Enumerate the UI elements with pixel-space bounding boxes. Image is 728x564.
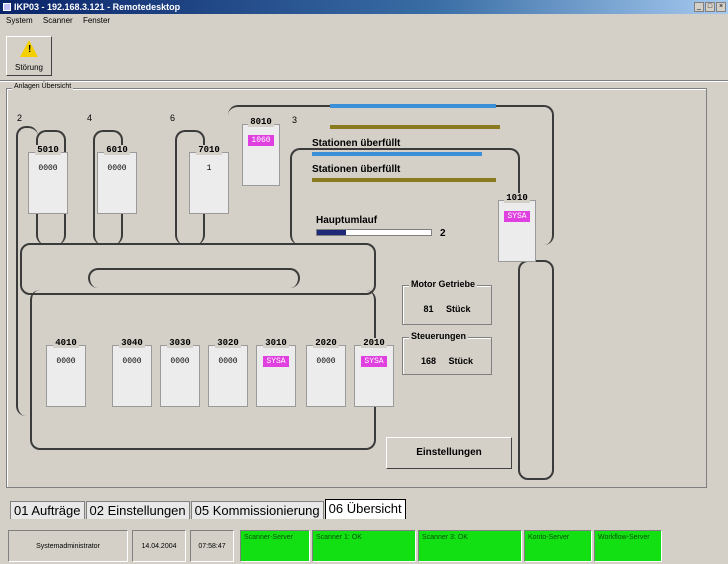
status-scanner-1: Scanner 1: OK [312,530,416,562]
plant-overview-legend: Anlagen Übersicht [12,83,74,90]
status-date: 14.04.2004 [132,530,186,562]
station-id: 4010 [53,338,79,348]
app-icon [3,3,11,11]
einstellungen-button[interactable]: Einstellungen [386,437,512,469]
station-id: 5010 [35,145,61,155]
station-id: 3020 [215,338,241,348]
lane-number: 2 [17,113,23,123]
status-konto-server: Konto-Server [524,530,592,562]
station-7010[interactable]: 7010 1 [189,145,229,214]
main-loop-label: Hauptumlauf [316,215,378,226]
station-value: SYSA [504,211,530,222]
station-5010[interactable]: 5010 0000 [28,145,68,214]
motor-gearbox-unit: Stück [446,304,471,314]
station-value: 1060 [248,135,274,146]
station-id: 3030 [167,338,193,348]
station-value: 0000 [56,357,76,366]
overflow-label: Stationen überfüllt [312,164,401,175]
menu-scanner[interactable]: Scanner [43,16,73,25]
toolbar-separator [0,80,728,82]
stoerung-button[interactable]: ! Störung [6,36,52,76]
window-controls: _ □ × [694,2,726,12]
buffer-bar-olive-2 [312,178,496,182]
menu-fenster[interactable]: Fenster [83,16,110,25]
tab-einstellungen[interactable]: 02 Einstellungen [85,501,190,519]
status-time: 07:58:47 [190,530,234,562]
menu-system[interactable]: System [6,16,33,25]
motor-gearbox-count: 81 [423,304,434,314]
close-button[interactable]: × [716,2,726,12]
main-loop-level-fill [317,230,346,235]
station-3010[interactable]: 3010 SYSA [256,338,296,407]
station-id: 7010 [196,145,222,155]
lane-number: 4 [87,113,93,123]
status-scanner-3: Scanner 3: OK [418,530,522,562]
station-value: 0000 [218,357,238,366]
window-title-bar: IKP03 - 192.168.3.121 - Remotedesktop _ … [0,0,728,14]
controls-unit: Stück [448,356,474,366]
station-id: 3040 [119,338,145,348]
main-loop-value: 2 [440,228,446,239]
status-bar: Systemadministrator 14.04.2004 07:58:47 … [0,526,728,564]
station-8010[interactable]: 8010 1060 [242,117,280,186]
buffer-bar-olive-1 [330,125,500,129]
station-id: 3010 [263,338,289,348]
station-id: 8010 [248,117,274,127]
station-3040[interactable]: 3040 0000 [112,338,152,407]
buffer-bar-blue-1 [330,104,496,108]
station-id: 2010 [361,338,387,348]
station-value: 0000 [107,164,127,173]
controls-legend: Steuerungen [409,331,469,341]
window-title: IKP03 - 192.168.3.121 - Remotedesktop [14,2,181,12]
station-4010[interactable]: 4010 0000 [46,338,86,407]
station-value: 0000 [316,357,336,366]
overflow-label: Stationen überfüllt [312,138,401,149]
tab-kommissionierung[interactable]: 05 Kommissionierung [190,501,324,519]
station-2010[interactable]: 2010 SYSA [354,338,394,407]
station-2020[interactable]: 2020 0000 [306,338,346,407]
station-value: 0000 [170,357,190,366]
station-3020[interactable]: 3020 0000 [208,338,248,407]
station-value: SYSA [263,356,289,367]
minimize-button[interactable]: _ [694,2,704,12]
conveyor-right-lane [518,260,554,480]
tab-auftraege[interactable]: 01 Aufträge [10,501,85,519]
station-value: SYSA [361,356,387,367]
station-6010[interactable]: 6010 0000 [97,145,137,214]
lane-number: 6 [170,113,176,123]
station-value: 1 [206,164,212,173]
lane-number: 3 [292,115,298,125]
station-id: 6010 [104,145,130,155]
station-1010[interactable]: 1010 SYSA [498,193,536,262]
maximize-button[interactable]: □ [705,2,715,12]
buffer-bar-blue-2 [312,152,482,156]
motor-gearbox-group: Motor Getriebe 81 Stück [402,279,492,325]
motor-gearbox-legend: Motor Getriebe [409,279,478,289]
stoerung-label: Störung [14,63,44,72]
tab-strip: 01 Aufträge 02 Einstellungen 05 Kommissi… [10,499,407,519]
status-user: Systemadministrator [8,530,128,562]
conveyor-inner-loop [88,268,300,288]
controls-count: 168 [420,356,436,366]
station-id: 1010 [504,193,530,203]
station-value: 0000 [122,357,142,366]
menu-bar: System Scanner Fenster [0,14,728,28]
status-workflow-server: Workflow-Server [594,530,662,562]
status-scanner-server: Scanner-Server [240,530,310,562]
station-value: 0000 [38,164,58,173]
station-3030[interactable]: 3030 0000 [160,338,200,407]
station-id: 2020 [313,338,339,348]
tab-uebersicht[interactable]: 06 Übersicht [324,499,406,519]
main-loop-level-bar [316,229,432,236]
controls-group: Steuerungen 168 Stück [402,331,492,375]
